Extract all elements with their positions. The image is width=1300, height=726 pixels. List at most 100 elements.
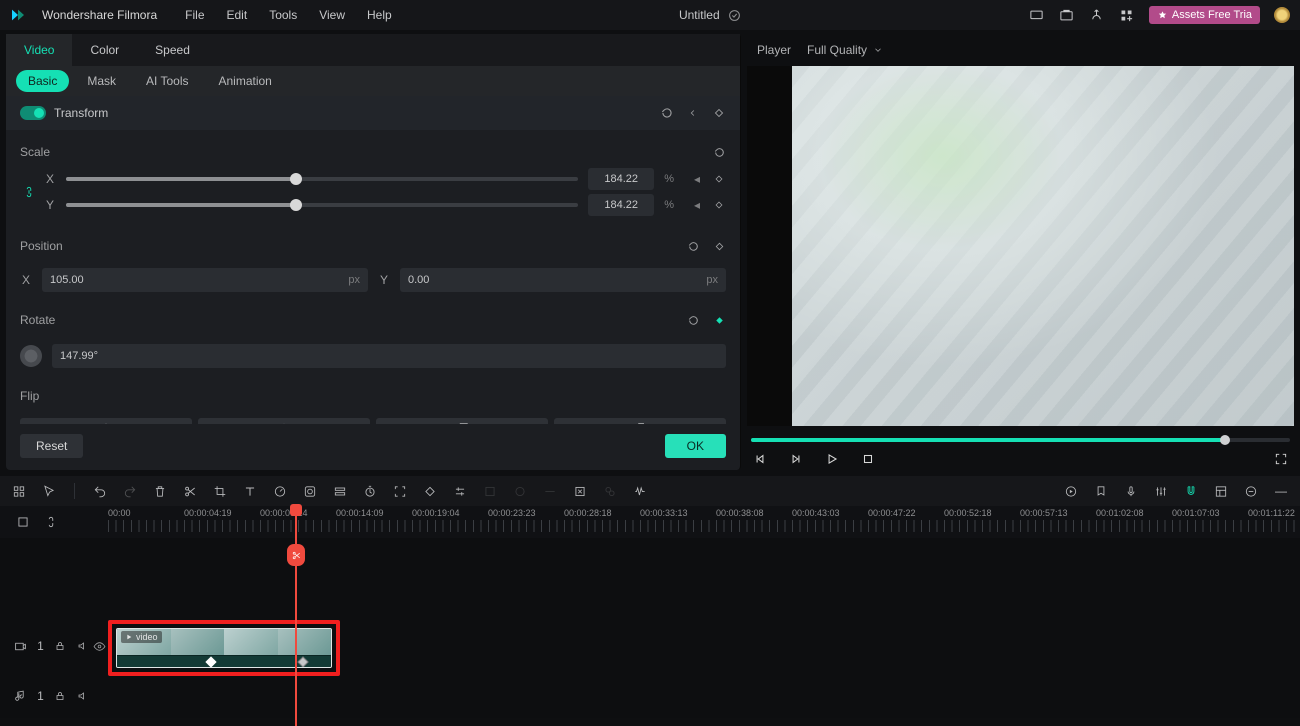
lock-track-icon[interactable] [54, 639, 67, 653]
crop-icon[interactable] [213, 484, 227, 498]
rotate-reset-icon[interactable] [686, 313, 700, 327]
cloud-sync-icon[interactable] [728, 8, 742, 22]
tool-b-icon[interactable] [513, 484, 527, 498]
keyframe-marker-icon[interactable] [297, 656, 308, 667]
color-icon[interactable] [303, 484, 317, 498]
link-tracks-icon[interactable] [44, 515, 58, 529]
track-icon[interactable] [333, 484, 347, 498]
assets-free-trial-button[interactable]: Assets Free Tria [1149, 6, 1260, 24]
position-y-axis: Y [378, 273, 390, 287]
scale-x-prev-kf-icon[interactable]: ◂ [690, 172, 704, 186]
tab-color[interactable]: Color [72, 34, 137, 66]
timeline-ruler[interactable]: 00:00 00:00:04:19 00:00:09:14 00:00:14:0… [0, 506, 1300, 538]
visibility-icon[interactable] [92, 639, 106, 653]
play-icon[interactable] [825, 452, 839, 466]
timer-icon[interactable] [363, 484, 377, 498]
reset-button[interactable]: Reset [20, 434, 83, 458]
tool-c-icon[interactable] [543, 484, 557, 498]
menu-file[interactable]: File [185, 8, 204, 22]
scale-y-axis: Y [44, 198, 56, 212]
redo-icon[interactable] [123, 484, 137, 498]
step-back-icon[interactable] [753, 452, 767, 466]
display-icon[interactable] [1029, 7, 1045, 23]
step-forward-icon[interactable] [789, 452, 803, 466]
tool-a-icon[interactable] [483, 484, 497, 498]
project-title[interactable]: Untitled [679, 8, 720, 22]
keyframe-tool-icon[interactable] [423, 484, 437, 498]
playhead-split-icon[interactable] [287, 544, 305, 566]
toolbar-default-icon[interactable] [12, 484, 26, 498]
ok-button[interactable]: OK [665, 434, 726, 458]
mute-audio-icon[interactable] [77, 689, 90, 703]
scale-y-slider[interactable] [66, 203, 578, 207]
snapshot-icon[interactable] [1059, 7, 1075, 23]
rotate-kf-active-icon[interactable] [712, 313, 726, 327]
text-icon[interactable] [243, 484, 257, 498]
player-quality-select[interactable]: Full Quality [807, 43, 883, 57]
menu-edit[interactable]: Edit [227, 8, 248, 22]
magnet-icon[interactable] [1184, 484, 1198, 498]
player-scrubber[interactable] [751, 438, 1290, 442]
menu-help[interactable]: Help [367, 8, 392, 22]
tab-video[interactable]: Video [6, 34, 72, 66]
scale-x-unit: % [664, 173, 674, 185]
prev-keyframe-icon[interactable] [686, 106, 700, 120]
render-icon[interactable] [1064, 484, 1078, 498]
keyframe-icon[interactable] [712, 106, 726, 120]
scale-y-prev-kf-icon[interactable]: ◂ [690, 198, 704, 212]
timeline-tracks[interactable]: 1 1 video [0, 538, 1300, 718]
marker-icon[interactable] [1094, 484, 1108, 498]
keyframe-marker-icon[interactable] [205, 656, 216, 667]
split-icon[interactable] [183, 484, 197, 498]
subtab-animation[interactable]: Animation [206, 70, 283, 92]
scale-x-slider[interactable] [66, 177, 578, 181]
transform-toggle[interactable] [20, 106, 46, 120]
rotate-dial[interactable] [20, 345, 42, 367]
mixer-icon[interactable] [1154, 484, 1168, 498]
fullscreen-icon[interactable] [1274, 452, 1288, 466]
speed-dial-icon[interactable] [273, 484, 287, 498]
video-preview[interactable] [747, 66, 1294, 426]
rotate-input[interactable]: 147.99° [52, 344, 726, 368]
apps-icon[interactable] [1119, 7, 1135, 23]
zoom-out-icon[interactable] [1244, 484, 1258, 498]
clip-keyframe-bar[interactable] [117, 655, 331, 667]
scale-x-value[interactable]: 184.22 [588, 168, 654, 190]
clip-label: video [136, 632, 158, 642]
lock-audio-icon[interactable] [54, 689, 67, 703]
export-icon[interactable] [1089, 7, 1105, 23]
position-reset-icon[interactable] [686, 239, 700, 253]
voiceover-icon[interactable] [1124, 484, 1138, 498]
layout-icon[interactable] [1214, 484, 1228, 498]
menu-tools[interactable]: Tools [269, 8, 297, 22]
subtab-mask[interactable]: Mask [75, 70, 128, 92]
tab-speed[interactable]: Speed [137, 34, 208, 66]
tool-d-icon[interactable] [573, 484, 587, 498]
scale-y-kf-icon[interactable] [712, 198, 726, 212]
video-clip[interactable]: video [116, 628, 332, 668]
reset-icon[interactable] [660, 106, 674, 120]
tool-e-icon[interactable] [603, 484, 617, 498]
link-scale-icon[interactable] [22, 185, 36, 199]
position-x-input[interactable]: 105.00px [42, 268, 368, 292]
scale-reset-icon[interactable] [712, 145, 726, 159]
adjust-icon[interactable] [453, 484, 467, 498]
mute-track-icon[interactable] [77, 639, 90, 653]
toolbar-cursor-icon[interactable] [42, 484, 56, 498]
subtab-ai-tools[interactable]: AI Tools [134, 70, 200, 92]
audio-wave-icon[interactable] [633, 484, 647, 498]
playhead[interactable] [295, 506, 297, 726]
position-kf-icon[interactable] [712, 239, 726, 253]
menu-view[interactable]: View [319, 8, 345, 22]
stop-icon[interactable] [861, 452, 875, 466]
expand-icon[interactable] [393, 484, 407, 498]
scale-y-value[interactable]: 184.22 [588, 194, 654, 216]
scale-x-kf-icon[interactable] [712, 172, 726, 186]
user-avatar[interactable] [1274, 7, 1290, 23]
zoom-slider-icon[interactable]: — [1274, 484, 1288, 498]
subtab-basic[interactable]: Basic [16, 70, 69, 92]
undo-icon[interactable] [93, 484, 107, 498]
track-settings-icon[interactable] [16, 515, 30, 529]
position-y-input[interactable]: 0.00px [400, 268, 726, 292]
delete-icon[interactable] [153, 484, 167, 498]
